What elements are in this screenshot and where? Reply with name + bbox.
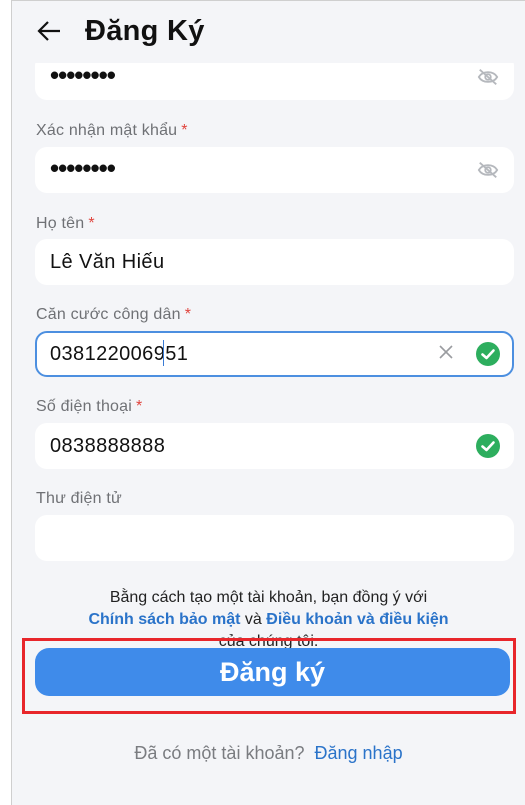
email-label: Thư điện tử [36,490,122,507]
required-mark: * [88,215,95,232]
confirm-password-label: Xác nhận mật khẩu * [36,122,188,139]
terms-and: và [244,611,262,628]
confirm-password-field[interactable]: •••••••• [35,147,514,193]
app-header: Đăng Ký [12,1,525,63]
required-mark: * [181,122,188,139]
login-prompt: Đã có một tài khoản? Đăng nhập [12,743,525,764]
register-button[interactable]: Đăng ký [35,648,510,696]
full-name-label: Họ tên * [36,215,95,232]
email-field[interactable] [35,515,514,561]
required-mark: * [184,306,192,323]
login-prompt-text: Đã có một tài khoản? [134,743,305,763]
register-screen: •••••••• Đăng Ký Xác nhận mật khẩu * ••••… [11,0,525,805]
page-title: Đăng Ký [85,15,205,47]
phone-label: Số điện thoại * [36,398,143,415]
arrow-left-icon[interactable] [36,19,62,43]
phone-field[interactable]: 0838888888 [35,423,514,469]
phone-value: 0838888888 [50,435,166,457]
confirm-password-value: •••••••• [50,153,116,183]
check-circle-icon [476,434,500,458]
full-name-value: Lê Văn Hiếu [50,251,165,273]
terms-line-1: Bằng cách tạo một tài khoản, bạn đồng ý … [109,589,428,606]
text-caret [163,340,164,366]
terms-line-2: Chính sách bảo mật và Điều khoản và điều… [12,609,525,631]
required-mark: * [136,398,143,415]
full-name-field[interactable]: Lê Văn Hiếu [35,239,514,285]
check-circle-icon [476,342,500,366]
password-value: •••••••• [50,60,116,90]
citizen-id-field[interactable]: 038122006951 [35,331,514,377]
clear-icon[interactable] [438,344,454,360]
citizen-id-value: 038122006951 [50,343,189,365]
terms-conditions-link[interactable]: Điều khoản và điều kiện [266,611,448,628]
eye-off-icon[interactable] [477,160,499,180]
privacy-policy-link[interactable]: Chính sách bảo mật [88,611,240,628]
citizen-id-label: Căn cước công dân * [36,306,192,323]
login-link[interactable]: Đăng nhập [315,743,403,763]
eye-off-icon[interactable] [477,67,499,87]
